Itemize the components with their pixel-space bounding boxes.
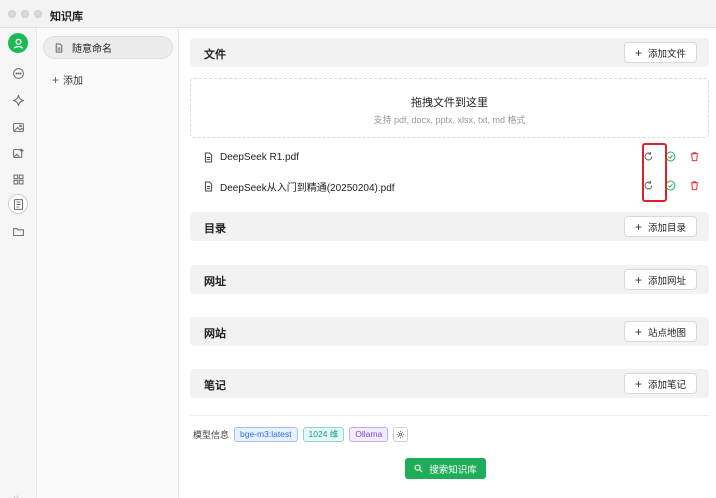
add-note-label: 添加笔记 bbox=[647, 379, 686, 391]
add-directory-label: 添加目录 bbox=[647, 222, 686, 234]
image-icon[interactable] bbox=[8, 117, 28, 137]
search-button-label: 搜索知识库 bbox=[429, 464, 477, 476]
add-directory-button[interactable]: + 添加目录 bbox=[623, 216, 697, 237]
folder-icon[interactable] bbox=[8, 221, 28, 241]
file-name: DeepSeek R1.pdf bbox=[220, 151, 299, 163]
plus-icon: + bbox=[634, 324, 642, 339]
knowledge-base-icon[interactable] bbox=[8, 194, 28, 214]
add-url-button[interactable]: + 添加网址 bbox=[623, 269, 697, 290]
file-row: DeepSeek从入门到精通(20250204).pdf bbox=[203, 176, 703, 196]
settings-icon[interactable]: ☼ bbox=[12, 492, 20, 498]
files-section-header: 文件 + 添加文件 bbox=[190, 38, 709, 67]
window-minimize-button[interactable] bbox=[21, 10, 29, 18]
main-content: 文件 + 添加文件 拖拽文件到这里 支持 pdf, docx, pptx, xl… bbox=[179, 28, 716, 498]
image-edit-icon[interactable] bbox=[8, 143, 28, 163]
window-close-button[interactable] bbox=[8, 10, 16, 18]
section-title-notes: 笔记 bbox=[204, 380, 226, 392]
file-icon bbox=[204, 152, 213, 162]
add-note-button[interactable]: + 添加笔记 bbox=[623, 373, 697, 394]
window-zoom-button[interactable] bbox=[34, 10, 42, 18]
add-knowledge-base-button[interactable]: + 添加 bbox=[52, 72, 84, 88]
title-bar: 知识库 bbox=[0, 0, 716, 28]
delete-icon[interactable] bbox=[689, 151, 700, 162]
kb-item-selected[interactable]: 随意命名 bbox=[43, 36, 173, 59]
file-dropzone[interactable]: 拖拽文件到这里 支持 pdf, docx, pptx, xlsx, txt, m… bbox=[190, 78, 709, 138]
plus-icon: + bbox=[634, 376, 642, 391]
highlight-annotation-box bbox=[642, 143, 667, 202]
provider-tag: Ollama bbox=[349, 426, 389, 442]
add-sitemap-button[interactable]: + 站点地图 bbox=[623, 321, 697, 342]
dropzone-title: 拖拽文件到这里 bbox=[411, 97, 488, 109]
section-title-directories: 目录 bbox=[204, 223, 226, 235]
search-icon bbox=[414, 464, 423, 473]
divider bbox=[190, 415, 709, 416]
plus-icon: + bbox=[634, 219, 642, 234]
icon-sidebar: ☼ bbox=[0, 28, 37, 498]
chat-icon[interactable] bbox=[8, 63, 28, 83]
add-file-button[interactable]: + 添加文件 bbox=[623, 42, 697, 63]
add-file-label: 添加文件 bbox=[647, 48, 686, 60]
delete-icon[interactable] bbox=[689, 180, 700, 191]
file-name: DeepSeek从入门到精通(20250204).pdf bbox=[220, 182, 395, 194]
knowledge-base-panel: 随意命名 + 添加 bbox=[37, 28, 179, 498]
search-knowledge-base-button[interactable]: 搜索知识库 bbox=[405, 458, 486, 479]
section-title-urls: 网址 bbox=[204, 276, 226, 288]
file-icon bbox=[204, 181, 213, 191]
sparkle-icon[interactable] bbox=[8, 90, 28, 110]
add-url-label: 添加网址 bbox=[647, 275, 686, 287]
document-icon bbox=[55, 43, 63, 52]
urls-section-header: 网址 + 添加网址 bbox=[190, 265, 709, 294]
directories-section-header: 目录 + 添加目录 bbox=[190, 212, 709, 241]
websites-section-header: 网站 + 站点地图 bbox=[190, 317, 709, 346]
dropzone-subtitle: 支持 pdf, docx, pptx, xlsx, txt, md 格式 bbox=[373, 115, 526, 125]
file-row: DeepSeek R1.pdf bbox=[203, 147, 703, 167]
dimensions-tag: 1024 维 bbox=[302, 426, 345, 442]
model-info: 模型信息 bge-m3:latest 1024 维 Ollama bbox=[193, 426, 409, 442]
add-label: 添加 bbox=[63, 76, 84, 87]
add-sitemap-label: 站点地图 bbox=[647, 327, 686, 339]
gear-icon[interactable] bbox=[393, 426, 409, 442]
model-info-label: 模型信息 bbox=[193, 429, 230, 440]
plus-icon: + bbox=[634, 45, 642, 60]
section-title-websites: 网站 bbox=[204, 328, 226, 340]
plus-icon: + bbox=[52, 72, 60, 87]
section-title-files: 文件 bbox=[204, 49, 226, 61]
kb-item-label: 随意命名 bbox=[72, 44, 112, 55]
window-title: 知识库 bbox=[50, 11, 83, 23]
notes-section-header: 笔记 + 添加笔记 bbox=[190, 369, 709, 398]
avatar-icon[interactable] bbox=[8, 33, 28, 53]
model-name-tag: bge-m3:latest bbox=[234, 426, 298, 442]
plus-icon: + bbox=[634, 272, 642, 287]
grid-icon[interactable] bbox=[8, 169, 28, 189]
